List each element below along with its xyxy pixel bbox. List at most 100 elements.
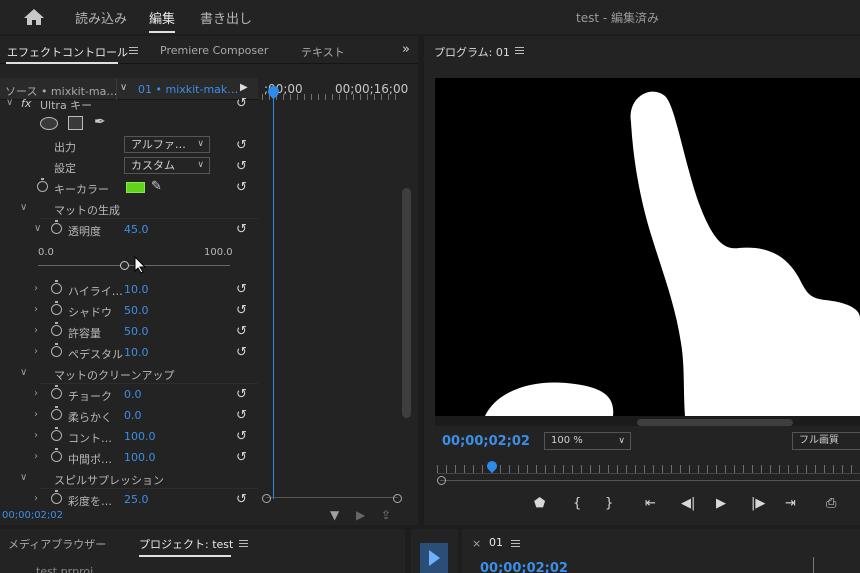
- sequence-timecode[interactable]: 00;00;02;02: [480, 561, 568, 573]
- choke-value[interactable]: 0.0: [124, 388, 142, 401]
- panel-menu-icon[interactable]: [515, 47, 524, 54]
- vertical-scrollbar[interactable]: [401, 100, 411, 425]
- panel-menu-icon[interactable]: [129, 47, 138, 54]
- transparency-value[interactable]: 45.0: [124, 223, 149, 236]
- go-to-in-icon[interactable]: ⇤: [645, 496, 656, 511]
- output-dropdown[interactable]: アルファ… ∨: [124, 136, 210, 153]
- close-sequence-icon[interactable]: ×: [472, 537, 481, 550]
- collapse-arrow-icon[interactable]: ∨: [20, 472, 27, 483]
- stopwatch-icon[interactable]: [51, 322, 62, 336]
- reset-icon[interactable]: ↺: [236, 303, 247, 318]
- reset-icon[interactable]: ↺: [236, 345, 247, 360]
- expand-arrow-icon[interactable]: ›: [34, 325, 38, 336]
- reset-icon[interactable]: ↺: [236, 492, 247, 507]
- monitor-horizontal-scrollbar[interactable]: [637, 419, 793, 426]
- tab-premiere-composer[interactable]: Premiere Composer: [160, 44, 268, 57]
- program-video-frame[interactable]: [435, 78, 860, 416]
- play-icon[interactable]: ▶: [716, 496, 726, 511]
- more-panels-icon[interactable]: »: [402, 42, 410, 57]
- expand-arrow-icon[interactable]: ›: [34, 283, 38, 294]
- tab-text[interactable]: テキスト: [301, 44, 345, 60]
- export-frame-icon[interactable]: ⎙: [826, 496, 836, 511]
- pedestal-value[interactable]: 10.0: [124, 346, 149, 359]
- panel-menu-icon[interactable]: [239, 540, 248, 547]
- reset-icon[interactable]: ↺: [236, 159, 247, 174]
- program-time-ruler[interactable]: [437, 465, 860, 473]
- chevron-down-icon[interactable]: ∨: [120, 82, 127, 93]
- clip-label[interactable]: 01 • mixkit-mak…: [138, 83, 238, 96]
- expand-arrow-icon[interactable]: ›: [34, 304, 38, 315]
- tab-media-browser[interactable]: メディアブラウザー: [8, 536, 106, 552]
- current-timecode[interactable]: 00;00;02;02: [2, 510, 63, 521]
- tab-export[interactable]: 書き出し: [200, 8, 252, 27]
- expand-arrow-icon[interactable]: ›: [34, 388, 38, 399]
- stopwatch-icon[interactable]: [51, 220, 62, 234]
- program-monitor-title[interactable]: プログラム: 01: [434, 44, 510, 60]
- program-timecode[interactable]: 00;00;02;02: [442, 434, 530, 449]
- scrollbar-thumb[interactable]: [402, 188, 411, 418]
- reset-icon[interactable]: ↺: [236, 180, 247, 195]
- timeline-zoom-scrollbar[interactable]: [262, 494, 402, 503]
- expand-arrow-icon[interactable]: ›: [34, 451, 38, 462]
- scroll-handle-left[interactable]: [262, 494, 271, 503]
- soften-value[interactable]: 0.0: [124, 409, 142, 422]
- mark-out-icon[interactable]: }: [605, 496, 613, 511]
- key-color-swatch[interactable]: [126, 182, 145, 193]
- tab-edit[interactable]: 編集: [149, 8, 175, 27]
- ellipse-mask-icon[interactable]: [40, 117, 58, 130]
- play-triangle-icon[interactable]: ▶: [240, 82, 248, 93]
- export-icon[interactable]: ⇪: [381, 508, 391, 522]
- reset-icon[interactable]: ↺: [236, 282, 247, 297]
- step-back-icon[interactable]: ◀|: [681, 496, 695, 511]
- stopwatch-icon[interactable]: [51, 427, 62, 441]
- stopwatch-icon[interactable]: [51, 280, 62, 294]
- highlight-value[interactable]: 10.0: [124, 283, 149, 296]
- contrast-value[interactable]: 100.0: [124, 430, 156, 443]
- collapse-arrow-icon[interactable]: ∨: [34, 223, 41, 234]
- tab-import[interactable]: 読み込み: [75, 8, 127, 27]
- rectangle-mask-icon[interactable]: [68, 116, 83, 130]
- zoom-dropdown[interactable]: 100 % ∨: [544, 432, 631, 450]
- stopwatch-icon[interactable]: [51, 406, 62, 420]
- expand-arrow-icon[interactable]: ›: [34, 493, 38, 504]
- reset-icon[interactable]: ↺: [236, 96, 247, 111]
- go-to-out-icon[interactable]: ⇥: [785, 496, 796, 511]
- tolerance-value[interactable]: 50.0: [124, 325, 149, 338]
- expand-arrow-icon[interactable]: ›: [34, 430, 38, 441]
- add-marker-icon[interactable]: ⬟: [534, 496, 545, 511]
- home-icon[interactable]: [22, 7, 46, 27]
- transparency-slider-thumb[interactable]: [119, 261, 129, 270]
- collapse-arrow-icon[interactable]: ∨: [20, 202, 27, 213]
- stopwatch-icon[interactable]: [51, 301, 62, 315]
- eyedropper-icon[interactable]: ✎: [151, 179, 162, 194]
- reset-icon[interactable]: ↺: [236, 138, 247, 153]
- filter-icon[interactable]: ▼: [330, 508, 339, 522]
- stopwatch-icon[interactable]: [51, 343, 62, 357]
- playback-quality-dropdown[interactable]: フル画質: [792, 432, 860, 450]
- step-forward-icon[interactable]: |▶: [751, 496, 765, 511]
- fx-badge-icon[interactable]: fx: [21, 97, 31, 110]
- tab-effect-controls[interactable]: エフェクトコントロール: [7, 44, 128, 60]
- desaturate-value[interactable]: 25.0: [124, 493, 149, 506]
- collapse-arrow-icon[interactable]: ∨: [6, 97, 13, 108]
- reset-icon[interactable]: ↺: [236, 450, 247, 465]
- reset-icon[interactable]: ↺: [236, 408, 247, 423]
- expand-arrow-icon[interactable]: ›: [34, 346, 38, 357]
- stopwatch-icon[interactable]: [51, 448, 62, 462]
- scroll-handle-right[interactable]: [393, 494, 402, 503]
- stopwatch-icon[interactable]: [51, 490, 62, 504]
- reset-icon[interactable]: ↺: [236, 222, 247, 237]
- tab-project[interactable]: プロジェクト: test: [139, 536, 233, 552]
- selection-tool-button[interactable]: [420, 543, 448, 573]
- expand-arrow-icon[interactable]: ›: [34, 409, 38, 420]
- reset-icon[interactable]: ↺: [236, 324, 247, 339]
- collapse-arrow-icon[interactable]: ∨: [20, 367, 27, 378]
- mark-in-icon[interactable]: {: [573, 496, 581, 511]
- play-audio-icon[interactable]: ▶: [356, 508, 365, 522]
- timeline-ruler[interactable]: [262, 94, 402, 100]
- shadow-value[interactable]: 50.0: [124, 304, 149, 317]
- midpoint-value[interactable]: 100.0: [124, 451, 156, 464]
- stopwatch-icon[interactable]: [51, 385, 62, 399]
- reset-icon[interactable]: ↺: [236, 429, 247, 444]
- stopwatch-icon[interactable]: [37, 178, 48, 192]
